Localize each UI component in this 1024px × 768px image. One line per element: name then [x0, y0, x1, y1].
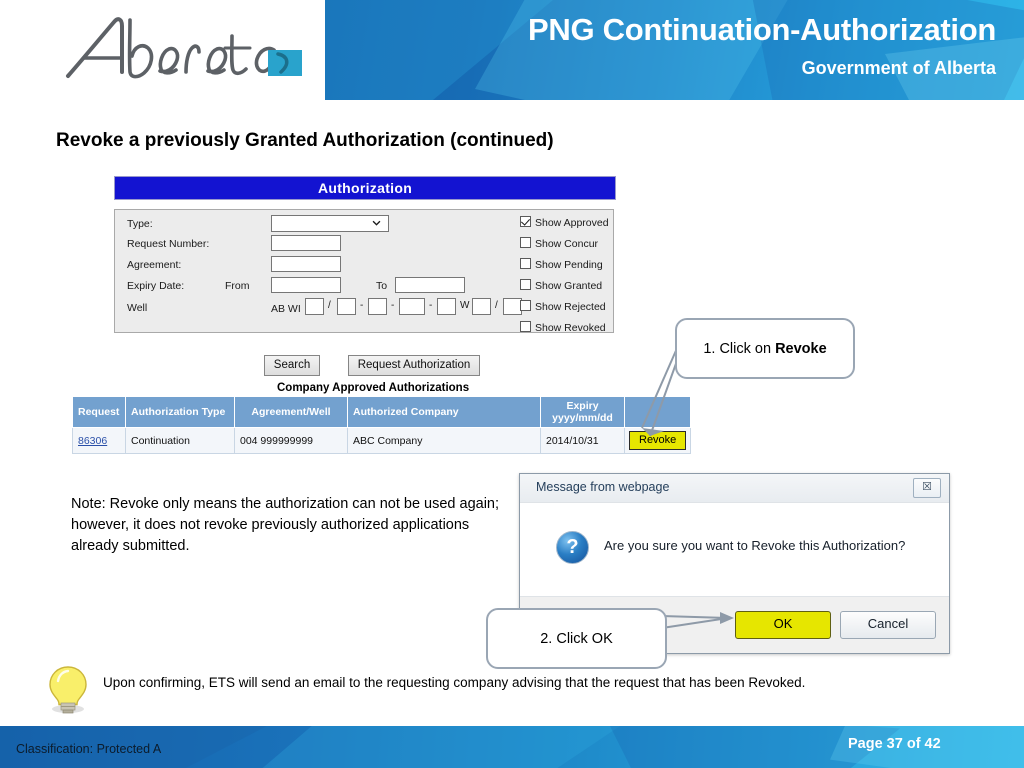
checkbox-show-rejected[interactable]: Show Rejected — [520, 300, 606, 313]
slide-footer: Classification: Protected A Page 37 of 4… — [0, 726, 1024, 768]
well-prefix-label: AB WI — [271, 303, 301, 315]
authorization-form-buttons: Search Request Authorization — [264, 355, 624, 377]
checkbox-show-pending[interactable]: Show Pending — [520, 258, 603, 271]
checkbox-box-pending[interactable] — [520, 258, 531, 269]
well-input-1[interactable] — [305, 298, 324, 315]
type-select[interactable] — [271, 215, 389, 232]
column-header-request[interactable]: Request — [72, 396, 126, 428]
checkbox-label-granted: Show Granted — [535, 280, 603, 292]
expiry-date-label: Expiry Date: — [127, 280, 185, 292]
request-number-label: Request Number: — [127, 238, 210, 250]
well-separator-3: - — [391, 300, 395, 311]
dialog-title-bar: Message from webpage ☒ — [520, 474, 949, 502]
well-input-4[interactable] — [399, 298, 425, 315]
column-header-expiry[interactable]: Expiry yyyy/mm/dd — [540, 396, 625, 428]
cell-authorized-company: ABC Company — [347, 427, 541, 454]
ok-button[interactable]: OK — [735, 611, 831, 639]
well-label: Well — [127, 302, 148, 314]
checkbox-box-granted[interactable] — [520, 279, 531, 290]
well-input-6[interactable] — [472, 298, 491, 315]
chevron-down-icon — [372, 220, 381, 226]
dialog-title: Message from webpage — [536, 480, 670, 494]
results-caption: Company Approved Authorizations — [277, 382, 470, 394]
checkbox-label-pending: Show Pending — [535, 259, 603, 271]
cell-request: 86306 — [72, 427, 126, 454]
callout-step-2: 2. Click OK — [486, 608, 667, 669]
expiry-to-label: To — [376, 280, 388, 292]
search-button[interactable]: Search — [264, 355, 320, 376]
well-input-5[interactable] — [437, 298, 456, 315]
tip-text: Upon confirming, ETS will send an email … — [103, 675, 806, 690]
expiry-from-input[interactable] — [271, 277, 341, 293]
close-icon[interactable]: ☒ — [913, 478, 941, 498]
well-input-3[interactable] — [368, 298, 387, 315]
checkbox-box-revoked[interactable] — [520, 321, 531, 332]
checkbox-box-rejected[interactable] — [520, 300, 531, 311]
checkbox-label-rejected: Show Rejected — [535, 301, 606, 313]
page-number: Page 37 of 42 — [848, 736, 941, 752]
authorization-title-bar: Authorization — [114, 176, 616, 200]
well-separator-2: - — [360, 300, 364, 311]
request-number-input[interactable] — [271, 235, 341, 251]
expiry-from-label: From — [225, 280, 250, 292]
checkbox-box-approved[interactable] — [520, 216, 531, 227]
authorization-screenshot: Authorization Type: Request Number: Agre… — [114, 176, 616, 376]
expiry-to-input[interactable] — [395, 277, 465, 293]
classification-label: Classification: Protected A — [16, 742, 162, 756]
well-input-2[interactable] — [337, 298, 356, 315]
type-label: Type: — [127, 218, 153, 230]
approved-authorizations-table: Request Authorization Type Agreement/Wel… — [72, 396, 692, 454]
cell-expiry: 2014/10/31 — [540, 427, 625, 454]
column-header-authorized-company[interactable]: Authorized Company — [347, 396, 541, 428]
alberta-logo — [62, 14, 302, 86]
checkbox-label-concur: Show Concur — [535, 238, 599, 250]
column-header-authorization-type[interactable]: Authorization Type — [125, 396, 235, 428]
checkbox-label-revoked: Show Revoked — [535, 322, 606, 334]
callout-step-1: 1. Click on Revoke — [675, 318, 855, 379]
checkbox-box-concur[interactable] — [520, 237, 531, 248]
header-title: PNG Continuation-Authorization — [528, 12, 996, 47]
checkbox-show-approved[interactable]: Show Approved — [520, 216, 609, 229]
question-icon: ? — [556, 531, 589, 564]
dialog-body: ? Are you sure you want to Revoke this A… — [520, 502, 949, 597]
header-subtitle: Government of Alberta — [801, 58, 996, 78]
dialog-message: Are you sure you want to Revoke this Aut… — [604, 538, 906, 553]
well-separator-5: / — [495, 300, 498, 311]
well-separator-w: W — [460, 300, 470, 311]
request-link[interactable]: 86306 — [78, 435, 107, 447]
checkbox-label-approved: Show Approved — [535, 217, 609, 229]
table-header-row: Request Authorization Type Agreement/Wel… — [72, 396, 692, 428]
lightbulb-icon — [41, 662, 95, 716]
checkbox-show-granted[interactable]: Show Granted — [520, 279, 602, 292]
well-separator-1: / — [328, 300, 331, 311]
checkbox-show-revoked[interactable]: Show Revoked — [520, 321, 606, 334]
column-header-agreement-well[interactable]: Agreement/Well — [234, 396, 348, 428]
agreement-label: Agreement: — [127, 259, 182, 271]
authorization-search-form: Type: Request Number: Agreement: Expiry … — [114, 209, 614, 334]
page-title: Revoke a previously Granted Authorizatio… — [56, 130, 554, 151]
well-separator-4: - — [429, 300, 433, 311]
slide-header: PNG Continuation-Authorization Governmen… — [0, 0, 1024, 100]
header-banner: PNG Continuation-Authorization Governmen… — [325, 0, 1024, 100]
cell-agreement-well: 004 999999999 — [234, 427, 348, 454]
request-authorization-button[interactable]: Request Authorization — [348, 355, 480, 376]
checkbox-show-concur[interactable]: Show Concur — [520, 237, 598, 250]
agreement-input[interactable] — [271, 256, 341, 272]
callout-1-prefix: 1. Click on — [703, 340, 776, 357]
callout-1-bold: Revoke — [775, 340, 827, 357]
note-text: Note: Revoke only means the authorizatio… — [71, 496, 500, 554]
cell-authorization-type: Continuation — [125, 427, 235, 454]
table-row: 86306 Continuation 004 999999999 ABC Com… — [72, 427, 692, 454]
footer-polygon-2 — [230, 726, 650, 768]
cancel-button[interactable]: Cancel — [840, 611, 936, 639]
